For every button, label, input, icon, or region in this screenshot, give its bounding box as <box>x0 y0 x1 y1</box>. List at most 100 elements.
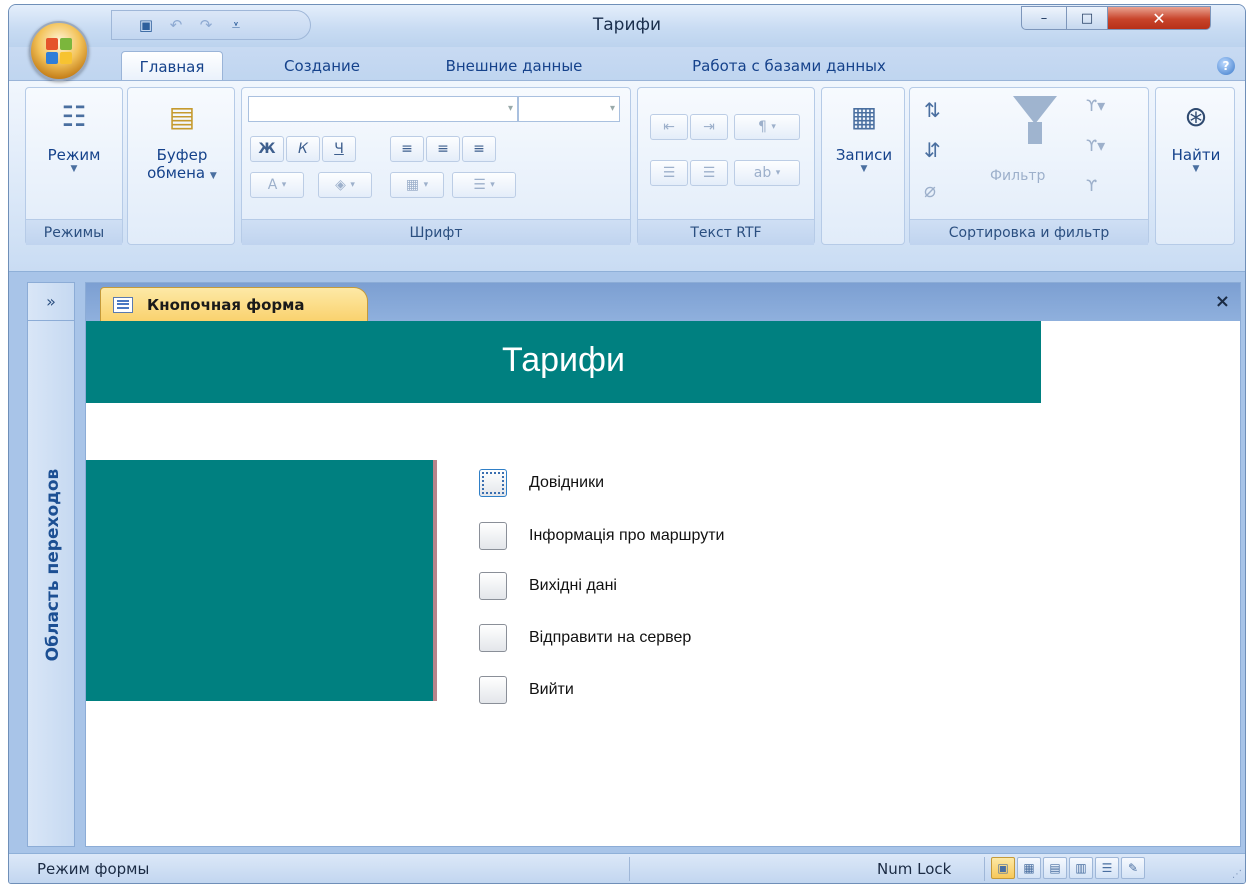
fill-color-button[interactable]: ◈ ▾ <box>318 172 372 198</box>
group-records: ▦ Записи ▼ <box>821 87 905 245</box>
status-bar: Режим формы Num Lock ▣ ▦ ▤ ▥ ☰ ✎ ⋰ <box>9 853 1245 883</box>
group-rich-text: ⇤ ⇥ ¶ ▾ ☰ ☰ ab ▾ Текст RTF <box>637 87 815 245</box>
group-label-views: Режимы <box>26 219 122 245</box>
office-button[interactable] <box>29 21 89 81</box>
chevron-down-icon: ▾ <box>775 168 781 178</box>
bold-button[interactable]: Ж <box>250 136 284 162</box>
help-icon[interactable]: ? <box>1217 57 1235 75</box>
menu-item[interactable]: Вихідні дані <box>479 571 617 601</box>
font-size-combo[interactable]: ▾ <box>518 96 620 122</box>
sort-descending-icon[interactable]: ⇵ <box>924 138 941 162</box>
chevron-down-icon: ▾ <box>507 103 513 114</box>
document-close-button[interactable]: × <box>1215 291 1230 312</box>
tab-create[interactable]: Создание <box>267 51 377 81</box>
chevron-down-icon: ▾ <box>490 180 495 190</box>
group-label-font: Шрифт <box>242 219 630 245</box>
decrease-indent-button[interactable]: ⇤ <box>650 114 688 140</box>
form-view-icon[interactable]: ▣ <box>991 857 1015 879</box>
menu-item-button[interactable] <box>479 469 507 497</box>
minimize-button[interactable]: – <box>1021 6 1067 30</box>
bullets-button[interactable]: ☰ <box>690 160 728 186</box>
tab-database-tools[interactable]: Работа с базами данных <box>649 51 929 81</box>
align-right-icon: ≡ <box>473 141 485 157</box>
resize-grip-icon[interactable]: ⋰ <box>1232 869 1242 880</box>
align-right-button[interactable]: ≡ <box>462 136 496 162</box>
menu-item[interactable]: Довідники <box>479 468 604 498</box>
form-side-panel <box>86 460 437 701</box>
menu-item-button[interactable] <box>479 624 507 652</box>
menu-item[interactable]: Вийти <box>479 675 574 705</box>
navigation-pane-label[interactable]: Область переходов <box>43 460 63 670</box>
group-sort-filter: ⇅ ⇵ ⌀ Фильтр ϒ▾ ϒ▾ ϒ Сортировка и фильтр <box>909 87 1149 245</box>
align-left-icon: ≡ <box>401 141 413 157</box>
increase-indent-icon: ⇥ <box>703 119 715 135</box>
underline-button[interactable]: Ч <box>322 136 356 162</box>
gridlines-button[interactable]: ▦ ▾ <box>390 172 444 198</box>
clipboard-button[interactable]: ▤ Буфер обмена ▼ <box>132 98 232 185</box>
increase-indent-button[interactable]: ⇥ <box>690 114 728 140</box>
layout-view-icon[interactable]: ☰ <box>1095 857 1119 879</box>
clipboard-label-line1: Буфер <box>156 146 208 164</box>
ribbon: ☷ Режим ▼ Режимы ▤ Буфер обмена ▼ ▾ ▾ Ж … <box>9 80 1245 272</box>
tab-home[interactable]: Главная <box>121 51 223 81</box>
paste-icon: ▤ <box>168 99 196 133</box>
close-button[interactable]: ✕ <box>1107 6 1211 30</box>
find-button[interactable]: ⊛ Найти ▼ <box>1158 98 1234 175</box>
menu-item-label: Довідники <box>529 474 605 491</box>
nav-pane-toggle-button[interactable]: » <box>28 283 74 321</box>
navigation-pane[interactable]: » Область переходов <box>27 282 75 847</box>
status-divider <box>629 857 630 881</box>
chevron-down-icon: ▾ <box>771 122 776 132</box>
sort-ascending-icon[interactable]: ⇅ <box>924 98 941 122</box>
tab-external-data[interactable]: Внешние данные <box>419 51 609 81</box>
clear-sort-icon[interactable]: ⌀ <box>924 178 936 202</box>
chevron-down-icon: ▾ <box>350 180 355 190</box>
group-label-sort-filter: Сортировка и фильтр <box>910 219 1148 245</box>
view-button[interactable]: ☷ Режим ▼ <box>32 98 116 175</box>
document-tab[interactable]: Кнопочная форма <box>100 287 368 321</box>
toggle-filter-icon[interactable]: ϒ <box>1086 176 1097 195</box>
align-left-button[interactable]: ≡ <box>390 136 424 162</box>
maximize-button[interactable]: □ <box>1066 6 1108 30</box>
font-family-combo[interactable]: ▾ <box>248 96 518 122</box>
highlight-button[interactable]: ab ▾ <box>734 160 800 186</box>
grid-icon: ▦ <box>405 177 420 193</box>
chevron-down-icon: ▼ <box>209 171 217 181</box>
datasheet-view-icon[interactable]: ▦ <box>1017 857 1041 879</box>
menu-item-button[interactable] <box>479 572 507 600</box>
design-view-icon[interactable]: ✎ <box>1121 857 1145 879</box>
menu-item[interactable]: Інформація про маршрути <box>479 521 725 551</box>
menu-item-label: Вийти <box>529 681 574 698</box>
view-icon: ☷ <box>61 99 87 133</box>
menu-item-label: Інформація про маршрути <box>529 527 725 544</box>
records-button-label: Записи <box>835 146 893 164</box>
menu-item-label: Вихідні дані <box>529 577 617 594</box>
find-button-label: Найти <box>1171 146 1221 164</box>
menu-item-button[interactable] <box>479 522 507 550</box>
records-button[interactable]: ▦ Записи ▼ <box>824 98 904 175</box>
fill-bucket-icon: ◈ <box>335 177 346 193</box>
selection-filter-icon[interactable]: ϒ▾ <box>1086 96 1105 115</box>
group-views: ☷ Режим ▼ Режимы <box>25 87 123 245</box>
paragraph-direction-button[interactable]: ¶ ▾ <box>734 114 800 140</box>
menu-item-button[interactable] <box>479 676 507 704</box>
numbering-button[interactable]: ☰ <box>650 160 688 186</box>
filter-button-label[interactable]: Фильтр <box>990 168 1045 184</box>
menu-item[interactable]: Відправити на сервер <box>479 623 691 653</box>
status-mode: Режим формы <box>37 860 150 878</box>
group-find: ⊛ Найти ▼ <box>1155 87 1235 245</box>
clipboard-label-line2: обмена <box>147 164 206 182</box>
italic-button[interactable]: К <box>286 136 320 162</box>
alternate-fill-button[interactable]: ☰ ▾ <box>452 172 516 198</box>
document-tab-label: Кнопочная форма <box>147 295 305 314</box>
align-center-button[interactable]: ≡ <box>426 136 460 162</box>
chevron-down-icon: ▾ <box>609 103 615 114</box>
pivot-table-icon[interactable]: ▤ <box>1043 857 1067 879</box>
group-clipboard: ▤ Буфер обмена ▼ <box>127 87 235 245</box>
view-button-label: Режим <box>47 146 101 164</box>
advanced-filter-icon[interactable]: ϒ▾ <box>1086 136 1105 155</box>
align-center-icon: ≡ <box>437 141 449 157</box>
pivot-chart-icon[interactable]: ▥ <box>1069 857 1093 879</box>
font-color-button[interactable]: A ▾ <box>250 172 304 198</box>
office-logo-icon <box>46 38 72 64</box>
